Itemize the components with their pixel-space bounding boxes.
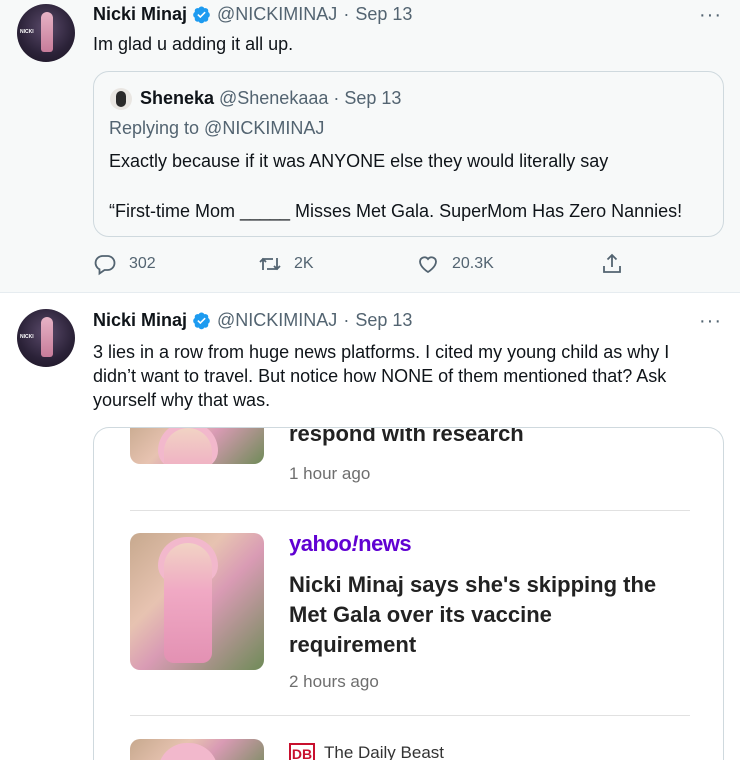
retweet-count: 2K <box>294 255 314 272</box>
quote-text-line-1: Exactly because if it was ANYONE else th… <box>109 151 609 171</box>
tweet-2[interactable]: NICKI Nicki Minaj @NICKIMINAJ · Sep 13 ·… <box>0 293 740 760</box>
news-thumbnail <box>130 533 264 670</box>
separator-dot: · <box>333 88 340 108</box>
author-name[interactable]: Nicki Minaj <box>93 4 187 25</box>
news-timestamp: 2 hours ago <box>289 672 379 691</box>
yahoo-brand-a: yahoo <box>289 531 352 556</box>
verified-badge-icon <box>193 312 210 330</box>
more-icon[interactable]: ··· <box>699 4 722 27</box>
verified-badge-icon <box>193 6 210 24</box>
yahoo-news-logo: yahoo!news <box>289 531 412 557</box>
news-headline-line-2: Met Gala over its vaccine <box>289 602 552 627</box>
reply-count: 302 <box>129 255 156 272</box>
tweet-text-line-3: yourself why that was. <box>93 390 271 410</box>
like-button[interactable]: 20.3K <box>416 252 494 276</box>
author-avatar[interactable]: NICKI <box>17 4 75 62</box>
quote-author-handle[interactable]: @Shenekaaa <box>219 88 328 108</box>
avatar-text: NICKI <box>20 334 34 340</box>
quote-text-line-2: “First-time Mom _____ Misses Met Gala. S… <box>109 201 683 221</box>
tweet-1[interactable]: NICKI Nicki Minaj @NICKIMINAJ · Sep 13 ·… <box>0 0 740 293</box>
avatar-figure <box>41 317 53 357</box>
news-thumbnail <box>130 428 264 464</box>
quote-author-name[interactable]: Sheneka <box>140 88 214 109</box>
retweet-icon <box>259 257 281 271</box>
yahoo-brand-c: news <box>358 531 412 556</box>
like-icon <box>419 256 437 274</box>
share-button[interactable] <box>600 252 624 276</box>
separator-dot: · <box>343 310 350 330</box>
news-headline-line-1: Nicki Minaj says she's skipping the <box>289 572 657 597</box>
tweet-header: Nicki Minaj @NICKIMINAJ · Sep 13 <box>93 4 412 25</box>
tweet-date[interactable]: Sep 13 <box>355 310 412 331</box>
quote-date[interactable]: Sep 13 <box>344 88 401 108</box>
retweet-button[interactable]: 2K <box>258 252 314 276</box>
news-source-name: The Daily Beast <box>324 743 444 760</box>
author-handle[interactable]: @NICKIMINAJ <box>217 310 337 331</box>
tweet-text-line-1: 3 lies in a row from huge news platforms… <box>93 342 670 362</box>
quote-avatar[interactable] <box>110 88 132 110</box>
reply-button[interactable]: 302 <box>93 252 156 276</box>
avatar-text: NICKI <box>20 29 34 35</box>
tweet-media-image[interactable]: respond with research 1 hour ago yahoo!n… <box>93 427 724 760</box>
news-thumbnail <box>130 739 264 760</box>
news-headline-line-3: requirement <box>289 632 417 657</box>
share-icon <box>603 253 621 273</box>
thumbnail-hair <box>158 743 218 760</box>
quote-author-meta: @Shenekaaa · Sep 13 <box>219 88 401 109</box>
news-timestamp: 1 hour ago <box>289 464 371 483</box>
avatar-figure <box>41 12 53 52</box>
separator-dot: · <box>343 4 350 24</box>
like-count: 20.3K <box>452 255 494 272</box>
daily-beast-logo: DB <box>289 743 315 760</box>
quoted-tweet[interactable]: Sheneka @Shenekaaa · Sep 13 Replying to … <box>93 71 724 237</box>
replying-to: Replying to @NICKIMINAJ <box>109 118 325 138</box>
author-avatar[interactable]: NICKI <box>17 309 75 367</box>
tweet-text: Im glad u adding it all up. <box>93 34 294 54</box>
tweet-date[interactable]: Sep 13 <box>355 4 412 25</box>
news-divider <box>130 715 690 716</box>
tweet-text-line-2: didn’t want to travel. But notice how NO… <box>93 366 667 386</box>
author-name[interactable]: Nicki Minaj <box>93 310 187 331</box>
tweet-header: Nicki Minaj @NICKIMINAJ · Sep 13 <box>93 310 412 331</box>
author-handle[interactable]: @NICKIMINAJ <box>217 4 337 25</box>
news-headline: respond with research <box>289 427 524 446</box>
reply-icon <box>94 255 116 276</box>
news-divider <box>130 510 690 511</box>
thumbnail-person <box>164 543 212 663</box>
more-icon[interactable]: ··· <box>699 310 722 333</box>
